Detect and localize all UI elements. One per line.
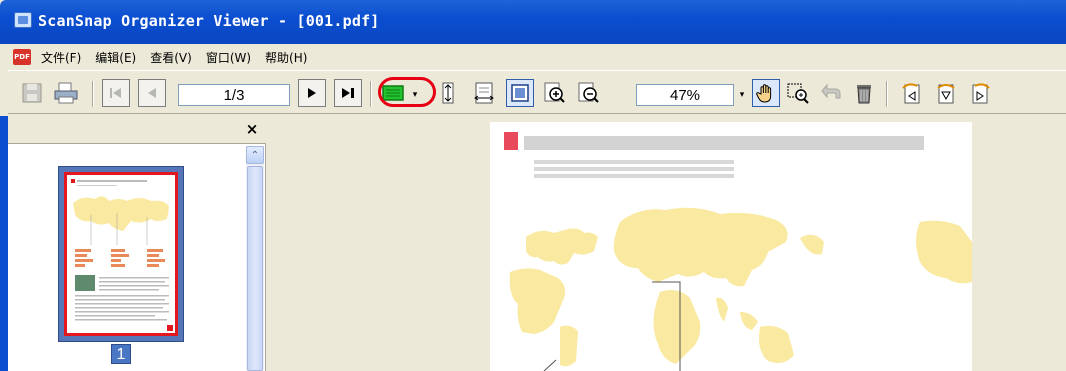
scroll-thumb[interactable] bbox=[247, 166, 263, 371]
vertical-scrollbar[interactable]: ⌃ bbox=[246, 146, 264, 371]
fit-page-icon[interactable] bbox=[506, 79, 534, 107]
page-number-field[interactable]: 1/3 bbox=[178, 84, 290, 106]
menu-help[interactable]: 帮助(H) bbox=[259, 47, 315, 68]
zoom-level-field[interactable]: 47% bbox=[636, 84, 734, 106]
zoom-out-icon[interactable] bbox=[574, 79, 602, 107]
hand-tool-icon[interactable] bbox=[752, 79, 780, 107]
print-icon[interactable] bbox=[52, 79, 80, 107]
thumbnail-page-number[interactable]: 1 bbox=[111, 344, 131, 364]
page-content-image bbox=[504, 132, 972, 371]
toolbar-separator bbox=[370, 81, 372, 107]
scroll-up-icon[interactable]: ⌃ bbox=[246, 146, 264, 164]
window-title: ScanSnap Organizer Viewer - [001.pdf] bbox=[38, 12, 380, 30]
scansnap-viewer-icon[interactable] bbox=[14, 12, 32, 28]
toolbar-separator bbox=[92, 81, 94, 107]
window-border bbox=[0, 116, 8, 371]
toolbar-separator bbox=[886, 81, 888, 107]
previous-page-icon[interactable] bbox=[138, 79, 166, 107]
menu-window[interactable]: 窗口(W) bbox=[200, 47, 259, 68]
fit-height-icon[interactable] bbox=[434, 79, 462, 107]
thumbnail-page-preview bbox=[64, 172, 178, 336]
save-icon[interactable] bbox=[18, 79, 46, 107]
thumbnail-panel: × ⌃ 1 bbox=[8, 116, 266, 371]
chevron-down-icon[interactable]: ▾ bbox=[737, 88, 747, 102]
app-window: ScanSnap Organizer Viewer - [001.pdf] PD… bbox=[0, 0, 1066, 371]
pdf-icon: PDF bbox=[13, 49, 31, 65]
toolbar: 1/3 ▾ 47% ▾ bbox=[8, 70, 1066, 114]
page-thumbnail[interactable] bbox=[58, 166, 184, 342]
highlight-annotation bbox=[378, 77, 436, 107]
zoom-area-icon[interactable] bbox=[784, 79, 812, 107]
thumbnail-preview-image bbox=[71, 179, 173, 331]
undo-icon[interactable] bbox=[818, 79, 846, 107]
zoom-in-icon[interactable] bbox=[540, 79, 568, 107]
menu-edit[interactable]: 编辑(E) bbox=[89, 47, 144, 68]
next-page-icon[interactable] bbox=[298, 79, 326, 107]
menu-view[interactable]: 查看(V) bbox=[144, 47, 200, 68]
trash-icon[interactable] bbox=[850, 79, 878, 107]
first-page-icon[interactable] bbox=[102, 79, 130, 107]
title-bar[interactable]: ScanSnap Organizer Viewer - [001.pdf] bbox=[0, 0, 1066, 44]
close-icon[interactable]: × bbox=[244, 121, 260, 137]
rotate-left-icon[interactable] bbox=[898, 79, 926, 107]
menu-bar: PDF 文件(F) 编辑(E) 查看(V) 窗口(W) 帮助(H) bbox=[8, 44, 1066, 70]
last-page-icon[interactable] bbox=[334, 79, 362, 107]
rotate-180-icon[interactable] bbox=[932, 79, 960, 107]
panel-header: × bbox=[8, 116, 266, 144]
menu-file[interactable]: 文件(F) bbox=[35, 47, 89, 68]
fit-width-icon[interactable] bbox=[470, 79, 498, 107]
document-page bbox=[490, 122, 972, 371]
rotate-right-icon[interactable] bbox=[966, 79, 994, 107]
document-viewer[interactable] bbox=[274, 116, 1066, 371]
